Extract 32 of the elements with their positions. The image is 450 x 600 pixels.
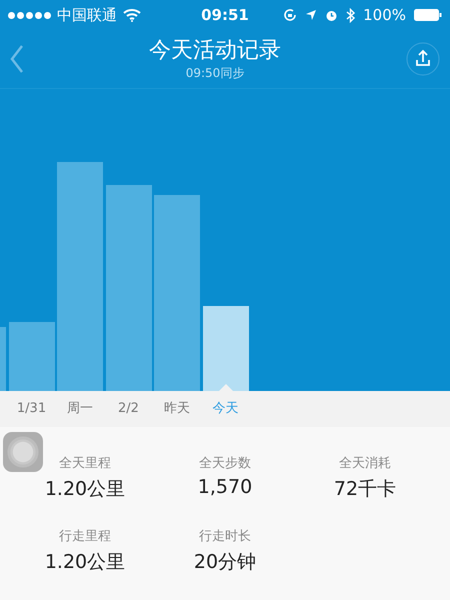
stat-label: 行走里程 <box>59 528 111 545</box>
stat-value: 72千卡 <box>334 477 396 502</box>
chart-bar <box>0 327 6 391</box>
day-tab[interactable]: 周一 <box>57 391 103 427</box>
stat-value: 1.20公里 <box>44 550 126 575</box>
wifi-icon <box>123 8 141 22</box>
rotation-lock-icon <box>283 8 298 22</box>
stat-value: 20分钟 <box>194 550 256 575</box>
location-arrow-icon <box>305 9 318 21</box>
stat-label: 全天步数 <box>199 455 251 472</box>
stat-value: 1,570 <box>198 476 252 498</box>
share-icon[interactable] <box>406 42 440 76</box>
status-time: 09:51 <box>201 6 249 24</box>
stat-value: 1.20公里 <box>44 477 126 502</box>
day-tab[interactable]: 1/31 <box>8 391 54 427</box>
stat-label: 全天里程 <box>59 455 111 472</box>
day-tab[interactable]: 今天 <box>202 391 248 427</box>
day-tab[interactable]: 2/2 <box>106 391 152 427</box>
page-title: 今天活动记录 <box>149 36 281 64</box>
carrier-name: 中国联通 <box>57 6 117 24</box>
back-icon[interactable] <box>10 45 24 73</box>
alarm-icon <box>325 8 338 22</box>
stat-label: 行走时长 <box>199 528 251 545</box>
sync-time: 09:50同步 <box>186 64 244 82</box>
bluetooth-icon <box>346 8 356 22</box>
battery-percent: 100% <box>363 6 406 24</box>
chart-bar <box>8 322 54 391</box>
signal-icon <box>8 12 51 18</box>
battery-icon <box>414 9 442 21</box>
assistive-touch-button[interactable] <box>3 432 43 472</box>
day-tab[interactable]: 昨天 <box>154 391 200 427</box>
stat-label: 全天消耗 <box>339 455 391 472</box>
